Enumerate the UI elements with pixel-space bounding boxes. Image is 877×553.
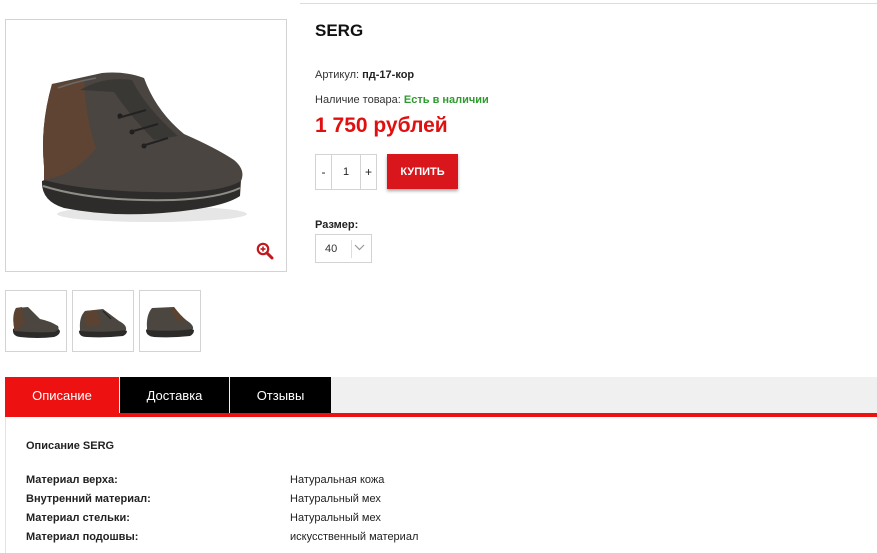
quantity-increase-button[interactable]: + — [361, 155, 376, 189]
thumbnail-2[interactable] — [72, 290, 134, 352]
shoe-thumbnail-image — [12, 307, 60, 338]
sku-label: Артикул: — [315, 69, 360, 81]
thumbnail-3[interactable] — [139, 290, 201, 352]
quantity-input[interactable]: 1 — [331, 155, 361, 189]
quantity-stepper: - 1 + — [315, 154, 377, 190]
sku-value: пд-17-кор — [362, 69, 415, 81]
shoe-image — [41, 72, 247, 222]
buy-button[interactable]: КУПИТЬ — [387, 154, 458, 189]
spec-key: Материал стельки: — [26, 512, 130, 524]
spec-row: Материал стельки: Натуральный мех — [26, 512, 526, 526]
availability-status: Есть в наличии — [403, 94, 489, 106]
zoom-in-icon[interactable] — [256, 242, 274, 260]
spec-row: Материал верха: Натуральная кожа — [26, 474, 526, 488]
spec-value: Натуральный мех — [290, 512, 381, 524]
size-selected-value: 40 — [325, 243, 338, 255]
description-heading: Описание SERG — [26, 440, 115, 452]
select-divider — [351, 240, 352, 258]
size-select[interactable]: 40 — [315, 234, 372, 263]
tab-delivery[interactable]: Доставка — [120, 377, 229, 413]
sku-line: Артикул: пд-17-кор — [315, 69, 414, 81]
product-price: 1 750 рублей — [315, 114, 448, 137]
main-product-image[interactable] — [5, 19, 287, 272]
spec-row: Материал подошвы: искусственный материал — [26, 531, 526, 545]
shoe-thumbnail-image — [146, 307, 194, 338]
product-title: SERG — [315, 21, 364, 40]
thumbnail-1[interactable] — [5, 290, 67, 352]
spec-value: Натуральный мех — [290, 493, 381, 505]
spec-value: Натуральная кожа — [290, 474, 385, 486]
spec-row: Внутренний материал: Натуральный мех — [26, 493, 526, 507]
tab-reviews[interactable]: Отзывы — [230, 377, 331, 413]
availability-line: Наличие товара: Есть в наличии — [315, 94, 489, 106]
chevron-down-icon — [354, 244, 365, 251]
spec-key: Материал верха: — [26, 474, 118, 486]
shoe-thumbnail-image — [79, 309, 127, 338]
size-label: Размер: — [315, 219, 359, 231]
spec-key: Внутренний материал: — [26, 493, 151, 505]
spec-value: искусственный материал — [290, 531, 419, 543]
product-tabs: Описание Доставка Отзывы — [5, 377, 877, 413]
top-divider — [300, 3, 877, 4]
spec-key: Материал подошвы: — [26, 531, 139, 543]
tab-description[interactable]: Описание — [5, 377, 119, 413]
availability-label: Наличие товара: — [315, 94, 401, 106]
quantity-decrease-button[interactable]: - — [316, 155, 331, 189]
